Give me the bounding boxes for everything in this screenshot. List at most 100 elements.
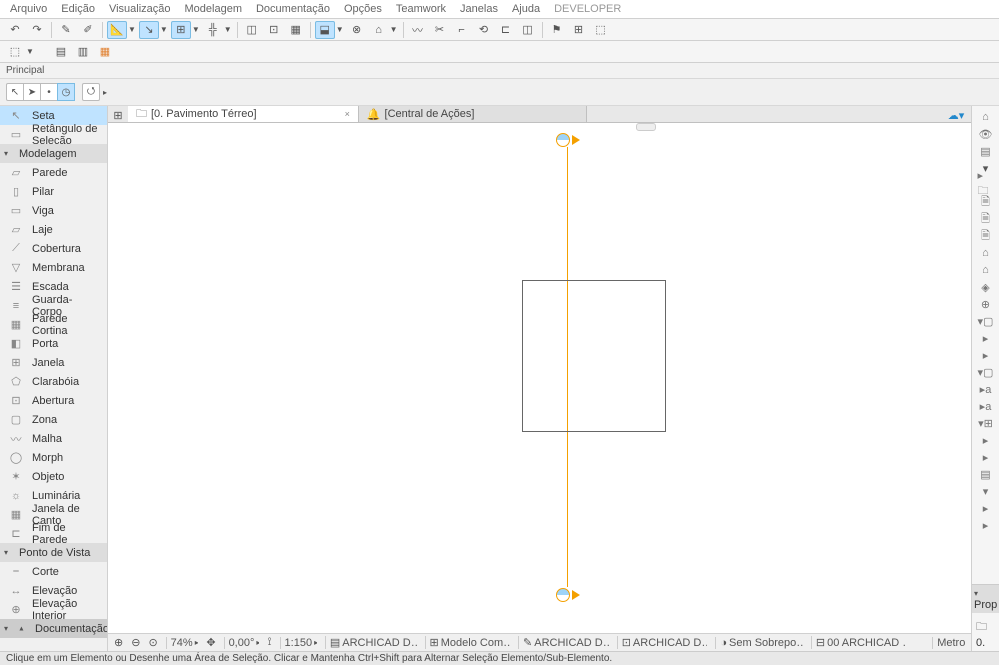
nav-more-icon[interactable]: ▾ [978,484,994,498]
story-marker-top[interactable] [556,133,580,147]
ruler-button[interactable]: 📐 [107,21,127,39]
nav-folder-icon[interactable]: ▸🗀 [978,178,994,192]
toolbox-header-doc[interactable]: ▸Documentação [0,619,107,638]
tool-skylight[interactable]: ⬠Clarabóia [0,372,107,391]
link-button[interactable]: ⊗ [347,21,367,39]
elevation-button[interactable]: ⌂ [369,21,389,39]
tab-actioncenter[interactable]: 🔔 [Central de Ações] [359,106,588,122]
mirror-button[interactable]: ⊏ [496,21,516,39]
toolbox-header-ponto[interactable]: Ponto de Vista [0,543,107,562]
pan-icon[interactable]: ✥ [206,636,215,649]
nav-expand9[interactable]: ▸ [978,450,994,464]
menu-ajuda[interactable]: Ajuda [506,2,546,16]
tool-door[interactable]: ◧Porta [0,334,107,353]
orient-icon[interactable]: ⟟ [267,636,271,649]
dim-value[interactable]: 00 ARCHICAD … [827,637,907,649]
guide-button[interactable]: ↘ [139,21,159,39]
tool-wall[interactable]: ▱Parede [0,163,107,182]
top-handle[interactable] [636,123,656,131]
seg-arrow[interactable]: ➤ [23,83,41,101]
menu-developer[interactable]: DEVELOPER [548,2,627,16]
tab-floorplan[interactable]: 🗀 [0. Pavimento Térreo] × [128,106,359,122]
nav-home-icon[interactable]: ⌂ [978,246,994,260]
menu-documentacao[interactable]: Documentação [250,2,336,16]
nav-detail-icon[interactable]: ◈ [978,280,994,294]
nav-expand3[interactable]: ▸ [978,348,994,362]
menu-janelas[interactable]: Janelas [454,2,504,16]
group-button[interactable]: ⊡ [264,21,284,39]
gravity-button[interactable]: ⬓ [315,21,335,39]
multiply-button[interactable]: ◫ [518,21,538,39]
properties-collapsed[interactable]: ▾ Prop [972,584,999,613]
seg-dot[interactable]: • [40,83,58,101]
zoom-fit-icon[interactable]: ⊕ [114,636,123,649]
nav-expand6[interactable]: ▸a [978,399,994,413]
redo-button[interactable]: ↷ [27,21,47,39]
nav-item3-icon[interactable]: 🗎 [978,229,994,243]
override-value[interactable]: Sem Sobrepo… [729,637,803,649]
reno-value[interactable]: ARCHICAD D… [633,637,707,649]
tool-column[interactable]: ▯Pilar [0,182,107,201]
grid-button[interactable]: ╬ [203,21,223,39]
unit-value[interactable]: Metro [937,637,965,649]
wireframe-button[interactable]: ⬚ [591,21,611,39]
guide-dropdown[interactable]: ▼ [160,25,168,34]
trace-opt-button[interactable]: ▦ [95,43,115,61]
floorplan-canvas[interactable] [108,123,971,633]
tool-section[interactable]: ⎯Corte [0,562,107,581]
lock-button[interactable]: ▦ [286,21,306,39]
nav-expand11[interactable]: ▸ [978,518,994,532]
measure-button[interactable]: 〰 [408,21,428,39]
menu-modelagem[interactable]: Modelagem [179,2,248,16]
layer-value[interactable]: ARCHICAD D… [342,637,416,649]
tool-wall-end[interactable]: ⊏Fim de Parede [0,524,107,543]
menu-edicao[interactable]: Edição [55,2,101,16]
trace-button[interactable]: ▤ [51,43,71,61]
snap-button[interactable]: ⊞ [171,21,191,39]
tab-grid-button[interactable]: ⊞ [109,106,127,124]
split-button[interactable]: ✂ [430,21,450,39]
gravity-dropdown[interactable]: ▼ [336,25,344,34]
tool-zone[interactable]: ▢Zona [0,410,107,429]
nav-bottom-item[interactable]: 🗀 0. [972,616,999,651]
menu-visualizacao[interactable]: Visualização [103,2,177,16]
tool-interior-elev[interactable]: ⊕Elevação Interior [0,600,107,619]
tool-morph[interactable]: ◯Morph [0,448,107,467]
nav-item2-icon[interactable]: 🗎 [978,212,994,226]
tool-slab[interactable]: ▱Laje [0,220,107,239]
seg-circle[interactable]: ◷ [57,83,75,101]
eyedropper-button[interactable]: ✎ [56,21,76,39]
snap-dropdown[interactable]: ▼ [192,25,200,34]
ruler-dropdown[interactable]: ▼ [128,25,136,34]
tool-roof[interactable]: ⟋Cobertura [0,239,107,258]
nav-expand8[interactable]: ▸ [978,433,994,447]
seg-cursor[interactable]: ⭯ [82,83,100,101]
elevation-dropdown[interactable]: ▼ [390,25,398,34]
tool-marquee[interactable]: ▭Retângulo de Seleção [0,125,107,144]
nav-expand7[interactable]: ▾⊞ [978,416,994,430]
nav-house-icon[interactable]: ⌂ [978,263,994,277]
zone-tool-dropdown[interactable]: ▼ [26,47,34,56]
tool-window[interactable]: ⊞Janela [0,353,107,372]
tool-opening[interactable]: ⊡Abertura [0,391,107,410]
trace-ref-button[interactable]: ▥ [73,43,93,61]
nav-expand1[interactable]: ▾▢ [978,314,994,328]
trim-button[interactable]: ⌐ [452,21,472,39]
nav-expand5[interactable]: ▸a [978,382,994,396]
nav-view-icon[interactable]: 👁 [978,127,994,141]
pen-value[interactable]: ARCHICAD D… [534,637,608,649]
close-icon[interactable]: × [345,109,350,119]
menu-teamwork[interactable]: Teamwork [390,2,452,16]
id-button[interactable]: ⊞ [569,21,589,39]
nav-project-icon[interactable]: ⌂ [978,110,994,124]
menu-opcoes[interactable]: Opções [338,2,388,16]
tool-beam[interactable]: ▭Viga [0,201,107,220]
nav-item-icon[interactable]: 🗎 [978,195,994,209]
model-value[interactable]: Modelo Com… [441,637,510,649]
find-button[interactable]: ⚑ [547,21,567,39]
suspend-button[interactable]: ◫ [242,21,262,39]
story-marker-bottom[interactable] [556,588,580,602]
tool-shell[interactable]: ▽Membrana [0,258,107,277]
zone-tool-button[interactable]: ⬚ [5,43,25,61]
tab-cloud-button[interactable]: ☁▾ [942,106,970,124]
